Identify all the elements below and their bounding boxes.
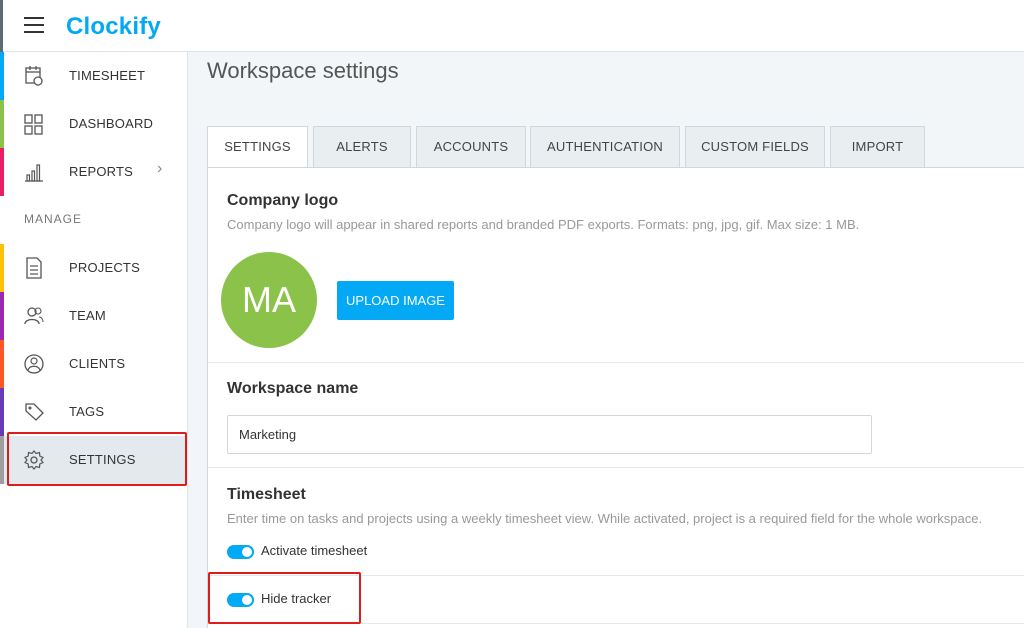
- chevron-right-icon[interactable]: ›: [157, 160, 162, 178]
- app-logo[interactable]: Clockify: [66, 13, 161, 41]
- tab-alerts[interactable]: ALERTS: [313, 126, 411, 168]
- divider: [208, 362, 1024, 363]
- sidebar-item-label: PROJECTS: [69, 260, 140, 275]
- sidebar-item-label: SETTINGS: [69, 452, 136, 467]
- sidebar-item-projects[interactable]: PROJECTS: [0, 244, 187, 292]
- gear-icon: [24, 450, 44, 470]
- sidebar-item-tags[interactable]: TAGS: [0, 388, 187, 436]
- sidebar-item-label: DASHBOARD: [69, 116, 154, 131]
- tab-authentication[interactable]: AUTHENTICATION: [530, 126, 680, 168]
- tab-custom-fields[interactable]: CUSTOM FIELDS: [685, 126, 825, 168]
- settings-panel: Company logo Company logo will appear in…: [207, 167, 1024, 628]
- sidebar-item-settings[interactable]: SETTINGS: [0, 436, 187, 484]
- divider: [208, 575, 1024, 576]
- logo-text: Clockify: [66, 13, 161, 40]
- upload-image-button[interactable]: UPLOAD IMAGE: [337, 281, 454, 320]
- sidebar-item-team[interactable]: TEAM: [0, 292, 187, 340]
- sidebar-item-label: TIMESHEET: [69, 68, 146, 83]
- activate-timesheet-label: Activate timesheet: [261, 543, 368, 558]
- projects-icon: [26, 257, 42, 279]
- timesheet-description: Enter time on tasks and projects using a…: [227, 511, 983, 526]
- hamburger-menu-icon[interactable]: [24, 17, 44, 34]
- sidebar-section-manage: MANAGE: [24, 212, 83, 226]
- activate-timesheet-toggle[interactable]: [227, 545, 254, 559]
- sidebar-item-label: TEAM: [69, 308, 106, 323]
- dashboard-icon: [24, 114, 43, 135]
- sidebar-item-label: CLIENTS: [69, 356, 126, 371]
- workspace-name-title: Workspace name: [227, 380, 359, 397]
- sidebar-item-dashboard[interactable]: DASHBOARD: [0, 100, 187, 148]
- tab-import[interactable]: IMPORT: [830, 126, 925, 168]
- tags-icon: [25, 403, 44, 421]
- clients-icon: [24, 354, 44, 374]
- sidebar-item-reports[interactable]: REPORTS ›: [0, 148, 187, 196]
- workspace-name-input[interactable]: [227, 415, 872, 454]
- divider: [208, 623, 1024, 624]
- divider: [208, 467, 1024, 468]
- sidebar: TIMESHEET DASHBOARD REPORTS › MANAGE PRO…: [0, 52, 188, 628]
- top-bar: Clockify: [0, 0, 1024, 52]
- avatar: MA: [221, 252, 317, 348]
- company-logo-title: Company logo: [227, 192, 339, 209]
- hide-tracker-toggle[interactable]: [227, 593, 254, 607]
- sidebar-item-label: TAGS: [69, 404, 105, 419]
- hide-tracker-label: Hide tracker: [261, 591, 332, 606]
- sidebar-item-timesheet[interactable]: TIMESHEET: [0, 52, 187, 100]
- tab-settings[interactable]: SETTINGS: [207, 126, 308, 169]
- window-edge: [0, 0, 3, 52]
- tab-accounts[interactable]: ACCOUNTS: [416, 126, 526, 168]
- team-icon: [24, 307, 44, 325]
- sidebar-item-clients[interactable]: CLIENTS: [0, 340, 187, 388]
- page-title: Workspace settings: [207, 58, 399, 83]
- timesheet-icon: [25, 66, 43, 86]
- reports-icon: [25, 164, 43, 182]
- sidebar-item-label: REPORTS: [69, 164, 134, 179]
- company-logo-description: Company logo will appear in shared repor…: [227, 217, 860, 232]
- timesheet-title: Timesheet: [227, 486, 306, 503]
